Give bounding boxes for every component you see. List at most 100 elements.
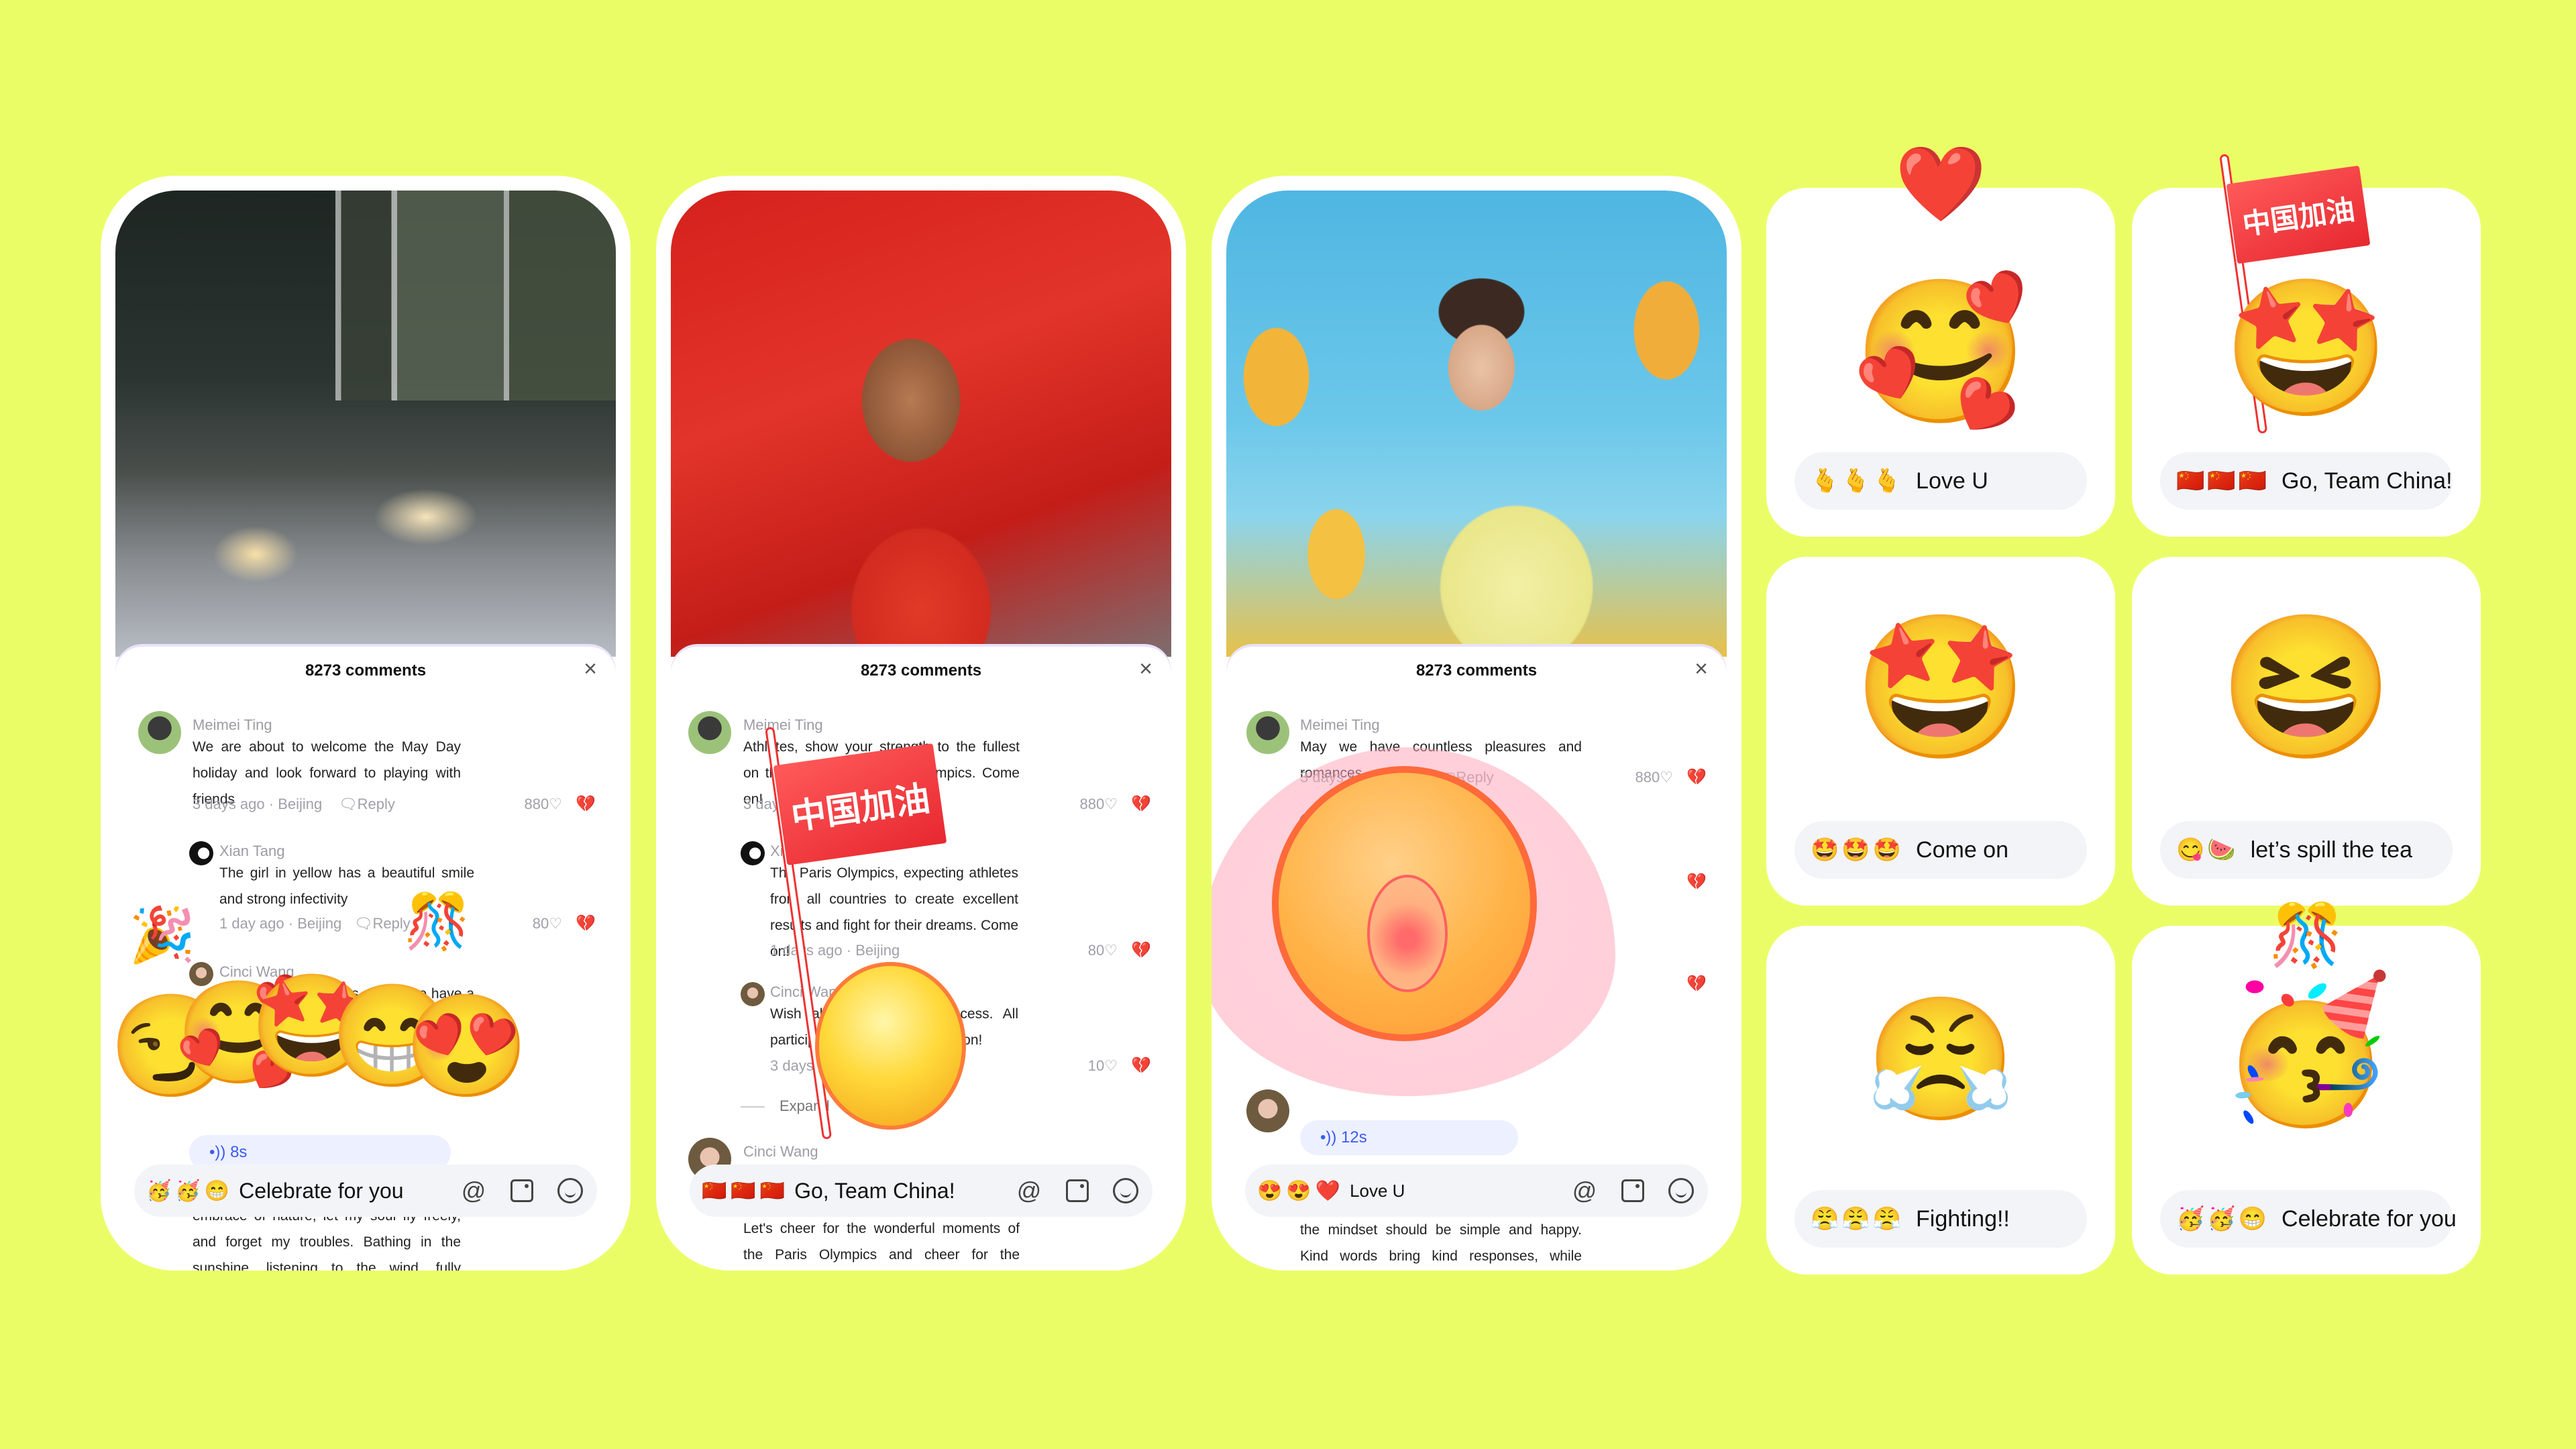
comment-author[interactable]: Xian Tang (219, 843, 284, 860)
dislike-icon[interactable]: 💔 (1686, 767, 1707, 787)
celebration-emoji-overlay: 🎉 🎊 😏 🥰 🤩 😁 😍 (109, 895, 616, 1123)
emoji-picker-icon[interactable] (555, 1176, 585, 1205)
china-flag-emoji-icon: 🇨🇳 (2207, 468, 2236, 494)
sticker-card-team-china[interactable]: 中国加油 🤩 🇨🇳 🇨🇳 🇨🇳 Go, Team China! (2132, 154, 2481, 537)
egg-celebrate-sticker: 🥳 (2218, 971, 2394, 1128)
close-icon[interactable]: × (1139, 657, 1152, 680)
like-count[interactable]: 880♡ (525, 796, 562, 813)
dislike-icon[interactable]: 💔 (1686, 974, 1707, 994)
emoji-grin-icon: 😁 (2238, 1206, 2267, 1232)
bunting-flags-icon: 🎊 (404, 892, 471, 951)
like-count[interactable]: 80♡ (1088, 942, 1118, 959)
finger-heart-emoji-icon: 🫰 (1841, 468, 1870, 494)
red-heart-icon: ❤️ (1315, 1179, 1341, 1202)
mention-at-icon[interactable]: @ (459, 1176, 488, 1205)
love-u-sticker: ❤️ (1894, 143, 1987, 225)
glowstick-cheer-sticker: 🤩 (1853, 608, 2029, 766)
china-flag-emoji-icon: 🇨🇳 (731, 1179, 756, 1202)
comment-input-bar[interactable]: 😍 😍 ❤️ Love U @ (1245, 1165, 1708, 1217)
emoji-party-icon: 🥳 (175, 1179, 201, 1202)
comment-input-text[interactable]: Love U (1350, 1181, 1551, 1201)
image-picker-icon[interactable] (1618, 1176, 1648, 1205)
dislike-icon[interactable]: 💔 (1686, 872, 1707, 892)
comments-count-title: 8273 comments (1415, 661, 1538, 680)
post-photo-tulips (1226, 191, 1727, 657)
china-cheer-flag: 中国加油 (773, 743, 947, 865)
avatar[interactable] (1246, 1089, 1289, 1132)
post-photo-athlete-flag (671, 191, 1171, 657)
fighting-emoji-icon: 😤 (1872, 1206, 1902, 1232)
sticker-label: let’s spill the tea (2250, 837, 2412, 863)
avatar[interactable] (741, 982, 765, 1006)
comment-text: Let's cheer for the wonderful moments of… (743, 1221, 1020, 1263)
emoji-picker-icon[interactable] (1111, 1176, 1140, 1205)
sticker-pill: 🤩 🤩 🤩 Come on (1794, 821, 2087, 879)
emoji-party-icon: 🥳 (146, 1179, 172, 1202)
dislike-icon[interactable]: 💔 (576, 794, 596, 814)
comments-sheet: 8273 comments × Meimei Ting We are about… (109, 647, 616, 1271)
comment-meta: 1 days ago · Beijing (770, 942, 900, 959)
comment-input-text[interactable]: Go, Team China! (794, 1179, 996, 1203)
comment-author[interactable]: Cinci Wang (743, 1143, 818, 1161)
comments-count-title: 8273 comments (860, 661, 982, 680)
comment-author[interactable]: Meimei Ting (193, 716, 272, 734)
sticker-card-celebrate[interactable]: 🎊 🥳 🥳 🥳 😁 Celebrate for you (2132, 906, 2481, 1275)
avatar[interactable] (138, 711, 181, 754)
comment-input-bar[interactable]: 🇨🇳 🇨🇳 🇨🇳 Go, Team China! @ (690, 1165, 1152, 1217)
like-count[interactable]: 880♡ (1635, 769, 1673, 786)
comments-count-title: 8273 comments (305, 661, 427, 680)
sticker-label: Fighting!! (1916, 1205, 2010, 1232)
avatar[interactable] (189, 841, 213, 865)
expand-replies-button[interactable]: Expand (741, 1097, 830, 1115)
reply-button[interactable]: 🗨Reply (339, 796, 395, 812)
sticker-card-spill-tea[interactable]: 😆 😋 🍉 let’s spill the tea (2132, 557, 2481, 906)
china-cheer-flag: 中国加油 (2226, 165, 2371, 264)
china-flag-emoji-icon: 🇨🇳 (2238, 468, 2267, 494)
comment-input-bar[interactable]: 🥳 🥳 😁 Celebrate for you @ (134, 1165, 597, 1217)
heart-eyes-kiss-emoji-icon: 😍 (404, 989, 529, 1102)
sticker-pill: 🫰 🫰 🫰 Love U (1794, 452, 2087, 510)
sticker-pill: 🇨🇳 🇨🇳 🇨🇳 Go, Team China! (2160, 452, 2453, 510)
heart-eyes-emoji-icon: 😍 (1286, 1179, 1311, 1202)
like-count[interactable]: 10♡ (1088, 1057, 1118, 1075)
comments-sheet: 8273 comments × Meimei Ting Athletes, sh… (671, 647, 1171, 1271)
china-flag-emoji-icon: 🇨🇳 (702, 1179, 727, 1202)
finger-heart-emoji-icon: 🫰 (1872, 468, 1902, 494)
sticker-card-come-on[interactable]: 🤩 🤩 🤩 🤩 Come on (1766, 557, 2115, 906)
love-u-sticker: 🥰 (1853, 273, 2029, 431)
comment-author[interactable]: Meimei Ting (1300, 716, 1380, 734)
fighting-emoji-icon: 😤 (1841, 1206, 1870, 1232)
china-flag-emoji-icon: 🇨🇳 (759, 1179, 786, 1202)
voice-message[interactable]: •)) 12s (1300, 1120, 1518, 1155)
close-icon[interactable]: × (1695, 657, 1708, 680)
china-flag-emoji-icon: 🇨🇳 (2176, 468, 2205, 494)
comment-author[interactable]: Meimei Ting (743, 716, 823, 734)
sticker-card-fighting[interactable]: 😤 😤 😤 😤 Fighting!! (1766, 926, 2115, 1275)
avatar[interactable] (1246, 711, 1289, 754)
mention-at-icon[interactable]: @ (1570, 1176, 1599, 1205)
image-picker-icon[interactable] (507, 1176, 537, 1205)
avatar[interactable] (688, 711, 731, 754)
emoji-party-icon: 🥳 (2176, 1206, 2205, 1232)
headband-fighting-sticker: 😤 (1865, 992, 2017, 1127)
phone-mockup-celebrate: 8273 comments × Meimei Ting We are about… (101, 176, 631, 1271)
like-count[interactable]: 880♡ (1080, 796, 1118, 813)
comment-input-text[interactable]: Celebrate for you (239, 1179, 440, 1203)
close-icon[interactable]: × (584, 657, 597, 680)
sticker-card-love-u[interactable]: ❤️ 🥰 🫰 🫰 🫰 Love U (1766, 148, 2115, 537)
avatar[interactable] (741, 841, 765, 865)
sticker-label: Go, Team China! (2282, 468, 2453, 494)
emoji-picker-icon[interactable] (1666, 1176, 1696, 1205)
watermelon-emoji-icon: 🍉 (2207, 837, 2236, 863)
finger-heart-emoji-icon: 🫰 (1811, 468, 1839, 494)
heart-eyes-emoji-icon: 😍 (1257, 1179, 1283, 1202)
sticker-label: Come on (1916, 837, 2008, 863)
sticker-label: Love U (1916, 468, 1988, 494)
comment-time-location: 3 days ago · Beijing (193, 796, 323, 812)
image-picker-icon[interactable] (1063, 1176, 1092, 1205)
dislike-icon[interactable]: 💔 (1131, 941, 1151, 960)
sticker-label: Celebrate for you (2282, 1205, 2457, 1232)
mention-at-icon[interactable]: @ (1014, 1176, 1044, 1205)
dislike-icon[interactable]: 💔 (1131, 794, 1151, 814)
dislike-icon[interactable]: 💔 (1131, 1056, 1151, 1075)
